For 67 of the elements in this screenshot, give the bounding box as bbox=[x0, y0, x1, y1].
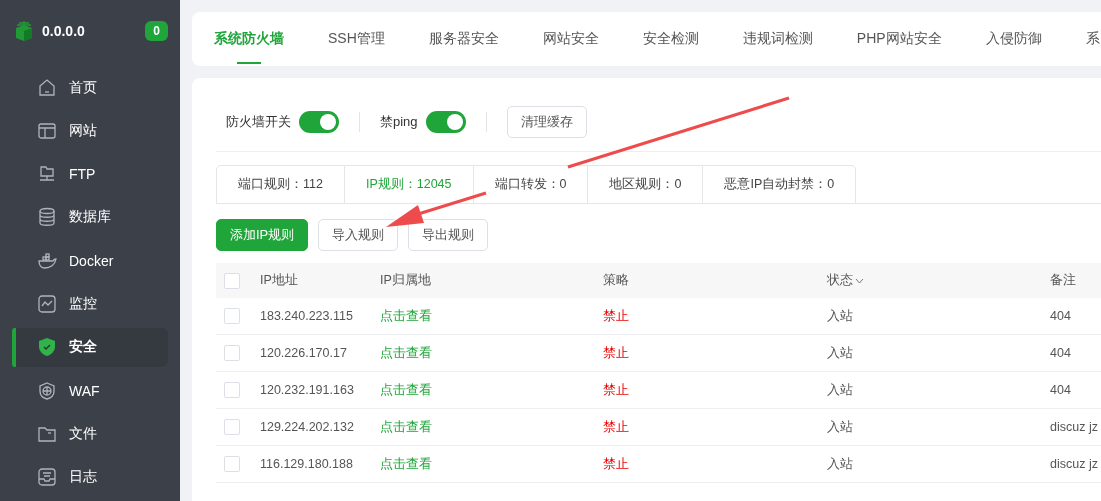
direction-text: 入站 bbox=[827, 382, 853, 397]
policy-text: 禁止 bbox=[603, 419, 629, 434]
direction-text: 入站 bbox=[827, 308, 853, 323]
direction-text: 入站 bbox=[827, 345, 853, 360]
ip-address: 120.232.191.163 bbox=[260, 383, 354, 397]
ip-address: 183.240.223.115 bbox=[260, 309, 353, 323]
sidebar-item[interactable]: WAF bbox=[12, 371, 168, 411]
action-button[interactable]: 导出规则 bbox=[408, 219, 489, 251]
remark-text: 404 bbox=[1050, 346, 1071, 360]
remark-text: discuz jz bbox=[1050, 420, 1098, 434]
column-header: 策略 bbox=[603, 273, 629, 287]
tab[interactable]: 网站安全 bbox=[520, 12, 621, 66]
house-icon bbox=[37, 77, 57, 98]
sidebar-item[interactable]: 安全 bbox=[12, 327, 168, 368]
ip-address: 116.129.180.188 bbox=[260, 457, 353, 471]
remark-text: 404 bbox=[1050, 383, 1071, 397]
policy-text: 禁止 bbox=[603, 382, 629, 397]
tab[interactable]: 安全检测 bbox=[620, 12, 721, 66]
chevron-down-icon bbox=[855, 277, 864, 284]
sidebar-item[interactable]: 日志 bbox=[12, 457, 168, 497]
tab[interactable]: 服务器安全 bbox=[406, 12, 521, 66]
checkbox[interactable] bbox=[224, 272, 240, 289]
tab[interactable]: 入侵防御 bbox=[963, 12, 1064, 66]
toggle-switch[interactable] bbox=[425, 111, 466, 133]
sidebar-item[interactable]: 数据库 bbox=[12, 197, 168, 238]
direction-text: 入站 bbox=[827, 456, 853, 471]
clear-cache-button[interactable]: 清理缓存 bbox=[506, 106, 587, 138]
tab[interactable]: 违规词检测 bbox=[720, 12, 835, 66]
inbox-icon bbox=[37, 467, 57, 488]
window-icon bbox=[37, 120, 57, 141]
sidebar-item[interactable]: FTP bbox=[12, 154, 168, 194]
folder-icon bbox=[37, 424, 57, 445]
sidebar-item[interactable]: 监控 bbox=[12, 284, 168, 324]
server-box-icon bbox=[14, 20, 34, 43]
column-header: IP归属地 bbox=[380, 273, 431, 287]
sidebar-item[interactable]: 网站 bbox=[12, 111, 168, 151]
checkbox[interactable] bbox=[224, 419, 240, 435]
ip-address: 129.224.202.132 bbox=[260, 420, 354, 434]
sidebar-item[interactable]: 首页 bbox=[12, 67, 168, 108]
column-header: IP地址 bbox=[260, 273, 298, 287]
toggle-label: 禁ping bbox=[380, 113, 418, 131]
remark-text: discuz jz bbox=[1050, 457, 1098, 471]
checkbox[interactable] bbox=[224, 345, 240, 361]
policy-text: 禁止 bbox=[603, 345, 629, 360]
checkbox[interactable] bbox=[224, 308, 240, 324]
checkbox[interactable] bbox=[224, 382, 240, 398]
sidebar-item[interactable]: Docker bbox=[12, 241, 168, 281]
policy-text: 禁止 bbox=[603, 456, 629, 471]
column-header: 备注 bbox=[1050, 273, 1076, 287]
action-button[interactable]: 导入规则 bbox=[318, 219, 399, 251]
policy-text: 禁止 bbox=[603, 308, 629, 323]
server-address: 0.0.0.0 bbox=[42, 23, 86, 40]
database-icon bbox=[37, 207, 57, 228]
toggle-label: 防火墙开关 bbox=[226, 113, 291, 131]
tab[interactable]: 系 bbox=[1063, 12, 1101, 66]
ip-address: 120.226.170.17 bbox=[260, 346, 347, 360]
shield-globe-icon bbox=[37, 380, 57, 401]
whale-icon bbox=[37, 250, 57, 271]
remark-text: 404 bbox=[1050, 309, 1071, 323]
checkbox[interactable] bbox=[224, 456, 240, 472]
column-header[interactable]: 状态 bbox=[827, 273, 864, 287]
tab[interactable]: PHP网站安全 bbox=[834, 12, 964, 66]
sidebar-item[interactable]: 文件 bbox=[12, 414, 168, 454]
shield-check-icon bbox=[37, 337, 57, 358]
tab[interactable]: SSH管理 bbox=[306, 12, 407, 66]
toggle-switch[interactable] bbox=[299, 111, 339, 133]
direction-text: 入站 bbox=[827, 419, 853, 434]
